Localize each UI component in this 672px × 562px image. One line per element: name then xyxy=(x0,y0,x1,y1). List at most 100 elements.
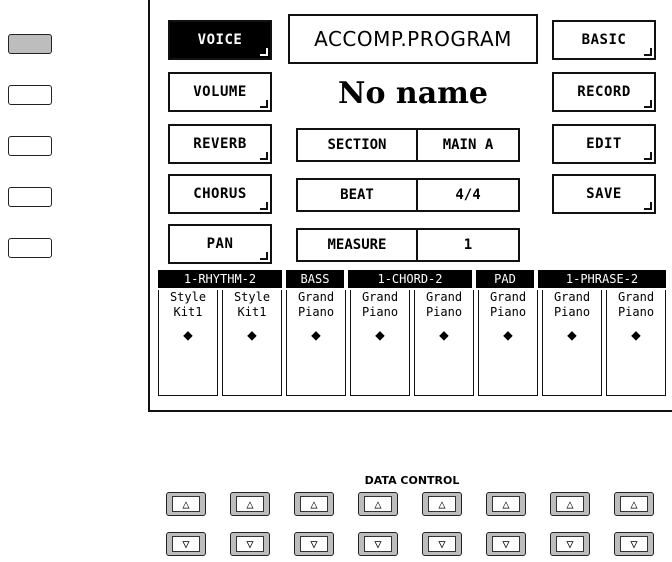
voice-button-label: VOICE xyxy=(197,32,243,48)
down-triangle-icon: ▽ xyxy=(300,536,328,552)
section-row[interactable]: SECTION MAIN A xyxy=(296,128,520,162)
voice-column-5[interactable]: Grand Piano ◆ xyxy=(414,290,474,396)
data-control-up-5[interactable]: △ xyxy=(422,492,462,516)
down-triangle-icon: ▽ xyxy=(236,536,264,552)
voice-column-8[interactable]: Grand Piano ◆ xyxy=(606,290,666,396)
record-button-label: RECORD xyxy=(577,84,631,100)
corner-mark-icon xyxy=(644,152,652,160)
up-triangle-icon: △ xyxy=(620,496,648,512)
up-down-arrow-icon: ◆ xyxy=(247,325,257,344)
beat-row[interactable]: BEAT 4/4 xyxy=(296,178,520,212)
voice-line2: Piano xyxy=(489,305,527,319)
data-control-down-3[interactable]: ▽ xyxy=(294,532,334,556)
track-group-bass: BASS xyxy=(286,270,344,288)
voice-line2: Piano xyxy=(297,305,335,319)
up-down-arrow-icon: ◆ xyxy=(439,325,449,344)
section-label: SECTION xyxy=(298,130,418,160)
corner-mark-icon xyxy=(260,152,268,160)
voice-column-4[interactable]: Grand Piano ◆ xyxy=(350,290,410,396)
voice-line1: Style xyxy=(233,290,271,304)
data-control-up-7[interactable]: △ xyxy=(550,492,590,516)
voice-line1: Grand xyxy=(617,290,655,304)
voice-line1: Grand xyxy=(425,290,463,304)
data-control-down-8[interactable]: ▽ xyxy=(614,532,654,556)
voice-column-7[interactable]: Grand Piano ◆ xyxy=(542,290,602,396)
data-control-down-5[interactable]: ▽ xyxy=(422,532,462,556)
side-button-1[interactable] xyxy=(8,34,52,54)
chorus-button[interactable]: CHORUS xyxy=(168,174,272,214)
side-button-3[interactable] xyxy=(8,136,52,156)
track-group-pad: PAD xyxy=(476,270,534,288)
voice-column-6[interactable]: Grand Piano ◆ xyxy=(478,290,538,396)
voice-line2: Piano xyxy=(617,305,655,319)
up-down-arrow-icon: ◆ xyxy=(567,325,577,344)
up-triangle-icon: △ xyxy=(364,496,392,512)
up-down-arrow-icon: ◆ xyxy=(311,325,321,344)
pan-button[interactable]: PAN xyxy=(168,224,272,264)
section-value: MAIN A xyxy=(442,137,494,153)
edit-button[interactable]: EDIT xyxy=(552,124,656,164)
save-button[interactable]: SAVE xyxy=(552,174,656,214)
track-group-chord: 1-CHORD-2 xyxy=(348,270,472,288)
side-button-4[interactable] xyxy=(8,187,52,207)
data-control-up-6[interactable]: △ xyxy=(486,492,526,516)
data-control-up-1[interactable]: △ xyxy=(166,492,206,516)
up-triangle-icon: △ xyxy=(236,496,264,512)
data-control-up-3[interactable]: △ xyxy=(294,492,334,516)
data-control-down-2[interactable]: ▽ xyxy=(230,532,270,556)
voice-line1: Style xyxy=(169,290,207,304)
corner-mark-icon xyxy=(644,100,652,108)
voice-column-3[interactable]: Grand Piano ◆ xyxy=(286,290,346,396)
corner-mark-icon xyxy=(644,202,652,210)
data-control-down-6[interactable]: ▽ xyxy=(486,532,526,556)
track-group-phrase: 1-PHRASE-2 xyxy=(538,270,666,288)
corner-mark-icon xyxy=(260,202,268,210)
voice-line1: Grand xyxy=(553,290,591,304)
up-triangle-icon: △ xyxy=(556,496,584,512)
up-down-arrow-icon: ◆ xyxy=(503,325,513,344)
down-triangle-icon: ▽ xyxy=(364,536,392,552)
side-button-5[interactable] xyxy=(8,238,52,258)
voice-line2: Piano xyxy=(425,305,463,319)
up-down-arrow-icon: ◆ xyxy=(631,325,641,344)
pan-button-label: PAN xyxy=(206,236,234,252)
data-control-down-4[interactable]: ▽ xyxy=(358,532,398,556)
corner-mark-icon xyxy=(260,48,268,56)
page-title: ACCOMP.PROGRAM xyxy=(288,14,538,64)
voice-line1: Grand xyxy=(297,290,335,304)
data-control-up-8[interactable]: △ xyxy=(614,492,654,516)
corner-mark-icon xyxy=(260,252,268,260)
basic-button-label: BASIC xyxy=(581,32,627,48)
volume-button[interactable]: VOLUME xyxy=(168,72,272,112)
voice-column-1[interactable]: Style Kit1 ◆ xyxy=(158,290,218,396)
basic-button[interactable]: BASIC xyxy=(552,20,656,60)
up-triangle-icon: △ xyxy=(172,496,200,512)
voice-line1: Grand xyxy=(489,290,527,304)
save-button-label: SAVE xyxy=(586,186,622,202)
data-control-down-1[interactable]: ▽ xyxy=(166,532,206,556)
reverb-button-label: REVERB xyxy=(193,136,247,152)
voice-line2: Piano xyxy=(553,305,591,319)
down-triangle-icon: ▽ xyxy=(620,536,648,552)
program-name: No name xyxy=(338,75,488,111)
down-triangle-icon: ▽ xyxy=(172,536,200,552)
up-triangle-icon: △ xyxy=(300,496,328,512)
corner-mark-icon xyxy=(644,48,652,56)
voice-column-2[interactable]: Style Kit1 ◆ xyxy=(222,290,282,396)
data-control-up-2[interactable]: △ xyxy=(230,492,270,516)
up-triangle-icon: △ xyxy=(428,496,456,512)
edit-button-label: EDIT xyxy=(586,136,622,152)
voice-line2: Kit1 xyxy=(173,305,203,319)
data-control-down-7[interactable]: ▽ xyxy=(550,532,590,556)
up-down-arrow-icon: ◆ xyxy=(183,325,193,344)
measure-value: 1 xyxy=(463,237,473,253)
side-button-2[interactable] xyxy=(8,85,52,105)
reverb-button[interactable]: REVERB xyxy=(168,124,272,164)
up-down-arrow-icon: ◆ xyxy=(375,325,385,344)
voice-button[interactable]: VOICE xyxy=(168,20,272,60)
track-group-rhythm: 1-RHYTHM-2 xyxy=(158,270,282,288)
data-control-up-4[interactable]: △ xyxy=(358,492,398,516)
record-button[interactable]: RECORD xyxy=(552,72,656,112)
measure-row[interactable]: MEASURE 1 xyxy=(296,228,520,262)
up-triangle-icon: △ xyxy=(492,496,520,512)
